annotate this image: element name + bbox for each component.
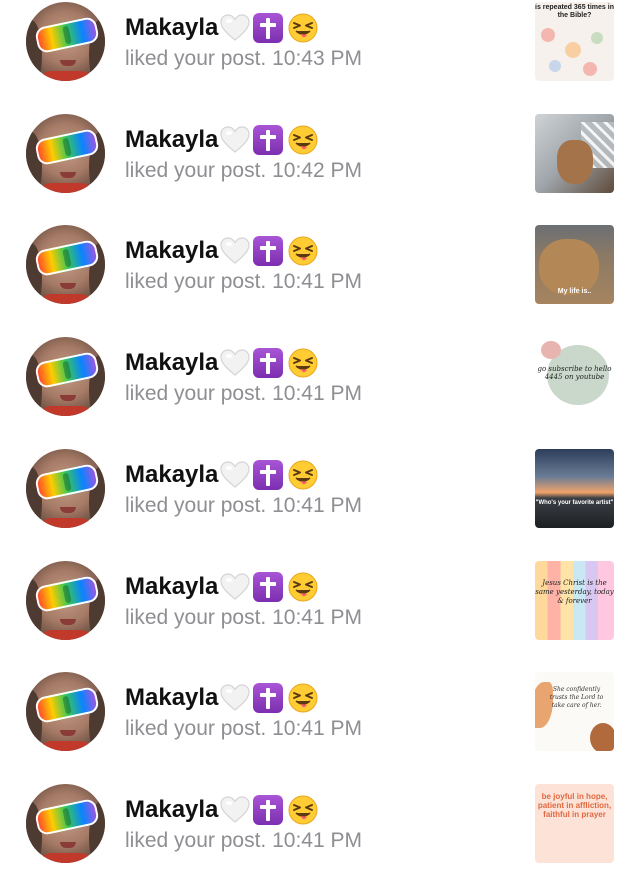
username[interactable]: Makayla xyxy=(125,14,218,42)
timestamp: 10:43 PM xyxy=(272,47,362,70)
white-heart-icon xyxy=(220,572,251,601)
action-text: liked your post. xyxy=(125,382,267,406)
latin-cross-icon xyxy=(253,794,284,825)
notification-text: liked your post. 10:41 PM xyxy=(125,717,362,741)
timestamp: 10:41 PM xyxy=(272,493,362,517)
notification-text: liked your post. 10:41 PM xyxy=(125,382,362,406)
notification-row[interactable]: Makayla liked your post. 10:43 PM is repea… xyxy=(0,0,640,112)
latin-cross-icon xyxy=(253,13,284,43)
username-line[interactable]: Makayla xyxy=(125,571,318,603)
post-thumbnail[interactable]: My life is.. xyxy=(535,225,614,305)
action-text: liked your post. xyxy=(125,270,267,294)
notification-row[interactable]: Makayla liked your post. 10:41 PM She conf… xyxy=(0,670,640,782)
username[interactable]: Makayla xyxy=(125,684,218,712)
white-heart-icon xyxy=(220,14,251,42)
white-heart-icon xyxy=(220,684,251,712)
action-text: liked your post. xyxy=(125,828,267,852)
post-thumbnail[interactable]: is repeated 365 times in the Bible? xyxy=(535,2,614,81)
post-thumbnail[interactable]: be joyful in hope, patient in affliction… xyxy=(535,783,614,863)
username[interactable]: Makayla xyxy=(125,237,218,265)
username-line[interactable]: Makayla xyxy=(125,459,318,491)
notification-text: liked your post. 10:43 PM xyxy=(125,47,362,71)
notification-text: liked your post. 10:41 PM xyxy=(125,494,362,518)
squinting-tongue-face-icon xyxy=(288,236,318,266)
username[interactable]: Makayla xyxy=(125,796,218,824)
notification-row[interactable]: Makayla liked your post. 10:42 PM xyxy=(0,112,640,224)
squinting-tongue-face-icon xyxy=(288,460,318,490)
username[interactable]: Makayla xyxy=(125,461,218,489)
action-text: liked your post. xyxy=(125,47,267,70)
timestamp: 10:42 PM xyxy=(272,158,362,182)
latin-cross-icon xyxy=(253,571,284,602)
latin-cross-icon xyxy=(253,683,284,714)
thumbnail-caption: "Who's your favorite artist" xyxy=(535,499,614,506)
latin-cross-icon xyxy=(253,459,284,490)
white-heart-icon xyxy=(220,126,251,154)
notification-row[interactable]: Makayla liked your post. 10:41 PM My life … xyxy=(0,223,640,335)
notification-row[interactable]: Makayla liked your post. 10:41 PM be joyfu… xyxy=(0,782,640,894)
avatar[interactable] xyxy=(26,783,105,863)
notification-text: liked your post. 10:41 PM xyxy=(125,270,362,294)
post-thumbnail[interactable]: go subscribe to hello 4445 on youtube xyxy=(535,337,614,417)
squinting-tongue-face-icon xyxy=(288,125,318,155)
latin-cross-icon xyxy=(253,124,284,155)
post-thumbnail[interactable]: "Who's your favorite artist" xyxy=(535,448,614,528)
notification-row[interactable]: Makayla liked your post. 10:41 PM go subsc… xyxy=(0,335,640,447)
timestamp: 10:41 PM xyxy=(272,717,362,741)
notification-row[interactable]: Makayla liked your post. 10:41 PM Jesus Ch… xyxy=(0,559,640,671)
avatar[interactable] xyxy=(26,448,105,528)
action-text: liked your post. xyxy=(125,717,267,741)
notification-text: liked your post. 10:41 PM xyxy=(125,829,362,853)
thumbnail-caption: She confidently trusts the Lord to take … xyxy=(549,686,604,710)
avatar[interactable] xyxy=(26,225,105,305)
post-thumbnail[interactable]: She confidently trusts the Lord to take … xyxy=(535,672,614,752)
avatar[interactable] xyxy=(26,113,105,193)
timestamp: 10:41 PM xyxy=(272,828,362,852)
timestamp: 10:41 PM xyxy=(272,270,362,294)
notification-row[interactable]: Makayla liked your post. 10:41 PM "Who's y… xyxy=(0,447,640,559)
notification-text: liked your post. 10:41 PM xyxy=(125,606,362,630)
white-heart-icon xyxy=(220,461,251,489)
latin-cross-icon xyxy=(253,348,284,379)
timestamp: 10:41 PM xyxy=(272,605,362,629)
white-heart-icon xyxy=(220,796,251,824)
username-line[interactable]: Makayla xyxy=(125,124,318,156)
avatar[interactable] xyxy=(26,337,105,417)
white-heart-icon xyxy=(220,237,251,265)
squinting-tongue-face-icon xyxy=(288,683,318,713)
thumbnail-caption: is repeated 365 times in the Bible? xyxy=(535,4,614,19)
thumbnail-caption: be joyful in hope, patient in affliction… xyxy=(537,791,612,819)
latin-cross-icon xyxy=(253,236,284,267)
username-line[interactable]: Makayla xyxy=(125,682,318,714)
thumbnail-caption: Jesus Christ is the same yesterday, toda… xyxy=(535,578,614,605)
username-line[interactable]: Makayla xyxy=(125,794,318,826)
username-line[interactable]: Makayla xyxy=(125,12,318,44)
notification-text: liked your post. 10:42 PM xyxy=(125,159,362,183)
avatar[interactable] xyxy=(26,560,105,640)
username-line[interactable]: Makayla xyxy=(125,235,318,267)
post-thumbnail[interactable] xyxy=(535,113,614,193)
avatar[interactable] xyxy=(26,672,105,752)
white-heart-icon xyxy=(220,349,251,377)
post-thumbnail[interactable]: Jesus Christ is the same yesterday, toda… xyxy=(535,560,614,640)
action-text: liked your post. xyxy=(125,158,267,182)
squinting-tongue-face-icon xyxy=(288,13,318,43)
squinting-tongue-face-icon xyxy=(288,572,318,602)
action-text: liked your post. xyxy=(125,605,267,629)
thumbnail-caption: My life is.. xyxy=(557,288,592,296)
squinting-tongue-face-icon xyxy=(288,795,318,825)
squinting-tongue-face-icon xyxy=(288,348,318,378)
timestamp: 10:41 PM xyxy=(272,382,362,406)
thumbnail-caption: go subscribe to hello 4445 on youtube xyxy=(537,365,612,382)
username[interactable]: Makayla xyxy=(125,126,218,154)
username[interactable]: Makayla xyxy=(125,349,218,377)
username-line[interactable]: Makayla xyxy=(125,347,318,379)
username[interactable]: Makayla xyxy=(125,573,218,601)
avatar[interactable] xyxy=(26,2,105,81)
action-text: liked your post. xyxy=(125,493,267,517)
